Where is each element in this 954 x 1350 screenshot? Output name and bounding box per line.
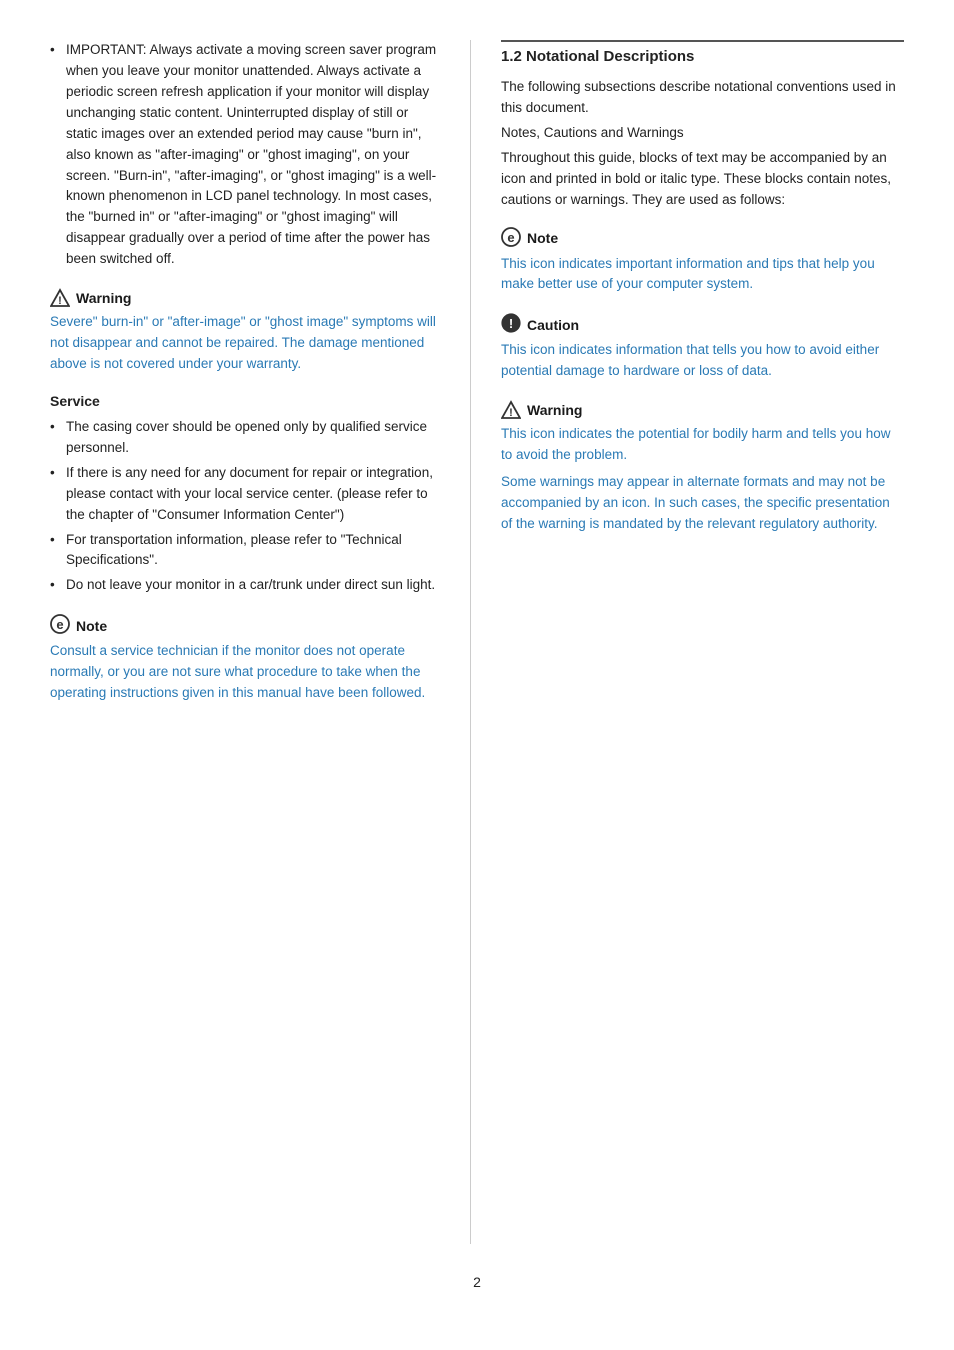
note-icon: e — [50, 614, 70, 637]
warning-icon: ! — [50, 288, 70, 308]
page: IMPORTANT: Always activate a moving scre… — [0, 0, 954, 1350]
svg-text:!: ! — [509, 407, 513, 419]
right-warning-icon: ! — [501, 400, 521, 420]
right-note-label: Note — [527, 230, 558, 246]
notes-cautions-warnings: Notes, Cautions and Warnings — [501, 123, 904, 144]
service-heading: Service — [50, 393, 440, 409]
right-warning-label: Warning — [527, 402, 582, 418]
right-warning-header: ! Warning — [501, 400, 904, 420]
svg-text:!: ! — [58, 295, 62, 307]
left-note-header: e Note — [50, 614, 440, 637]
right-warning-block: ! Warning This icon indicates the potent… — [501, 400, 904, 535]
right-note-header: e Note — [501, 227, 904, 250]
service-item-1: The casing cover should be opened only b… — [50, 417, 440, 459]
right-note-text: This icon indicates important informatio… — [501, 254, 904, 296]
right-caution-icon: ! — [501, 313, 521, 336]
svg-text:e: e — [56, 617, 63, 632]
right-column: 1.2 Notational Descriptions The followin… — [470, 40, 904, 1244]
right-caution-block: ! Caution This icon indicates informatio… — [501, 313, 904, 382]
right-caution-header: ! Caution — [501, 313, 904, 336]
guide-text: Throughout this guide, blocks of text ma… — [501, 148, 904, 211]
left-note-block: e Note Consult a service technician if t… — [50, 614, 440, 704]
left-column: IMPORTANT: Always activate a moving scre… — [50, 40, 470, 1244]
page-number: 2 — [50, 1274, 904, 1290]
right-caution-text: This icon indicates information that tel… — [501, 340, 904, 382]
intro-bullets: IMPORTANT: Always activate a moving scre… — [50, 40, 440, 270]
two-column-layout: IMPORTANT: Always activate a moving scre… — [50, 40, 904, 1244]
intro-text: The following subsections describe notat… — [501, 77, 904, 119]
svg-text:!: ! — [509, 316, 513, 331]
service-item-2: If there is any need for any document fo… — [50, 463, 440, 526]
right-note-block: e Note This icon indicates important inf… — [501, 227, 904, 296]
left-warning-text: Severe" burn-in" or "after-image" or "gh… — [50, 312, 440, 375]
left-warning-header: ! Warning — [50, 288, 440, 308]
service-item-3: For transportation information, please r… — [50, 530, 440, 572]
section-title: 1.2 Notational Descriptions — [501, 40, 904, 65]
service-list: The casing cover should be opened only b… — [50, 417, 440, 596]
service-item-4: Do not leave your monitor in a car/trunk… — [50, 575, 440, 596]
left-note-text: Consult a service technician if the moni… — [50, 641, 440, 704]
left-warning-label: Warning — [76, 290, 131, 306]
right-warning-text-2: Some warnings may appear in alternate fo… — [501, 472, 904, 535]
right-warning-text-1: This icon indicates the potential for bo… — [501, 424, 904, 466]
svg-text:e: e — [507, 230, 514, 245]
right-note-icon: e — [501, 227, 521, 250]
intro-bullet-item: IMPORTANT: Always activate a moving scre… — [50, 40, 440, 270]
left-warning-block: ! Warning Severe" burn-in" or "after-ima… — [50, 288, 440, 375]
left-note-label: Note — [76, 618, 107, 634]
right-caution-label: Caution — [527, 317, 579, 333]
